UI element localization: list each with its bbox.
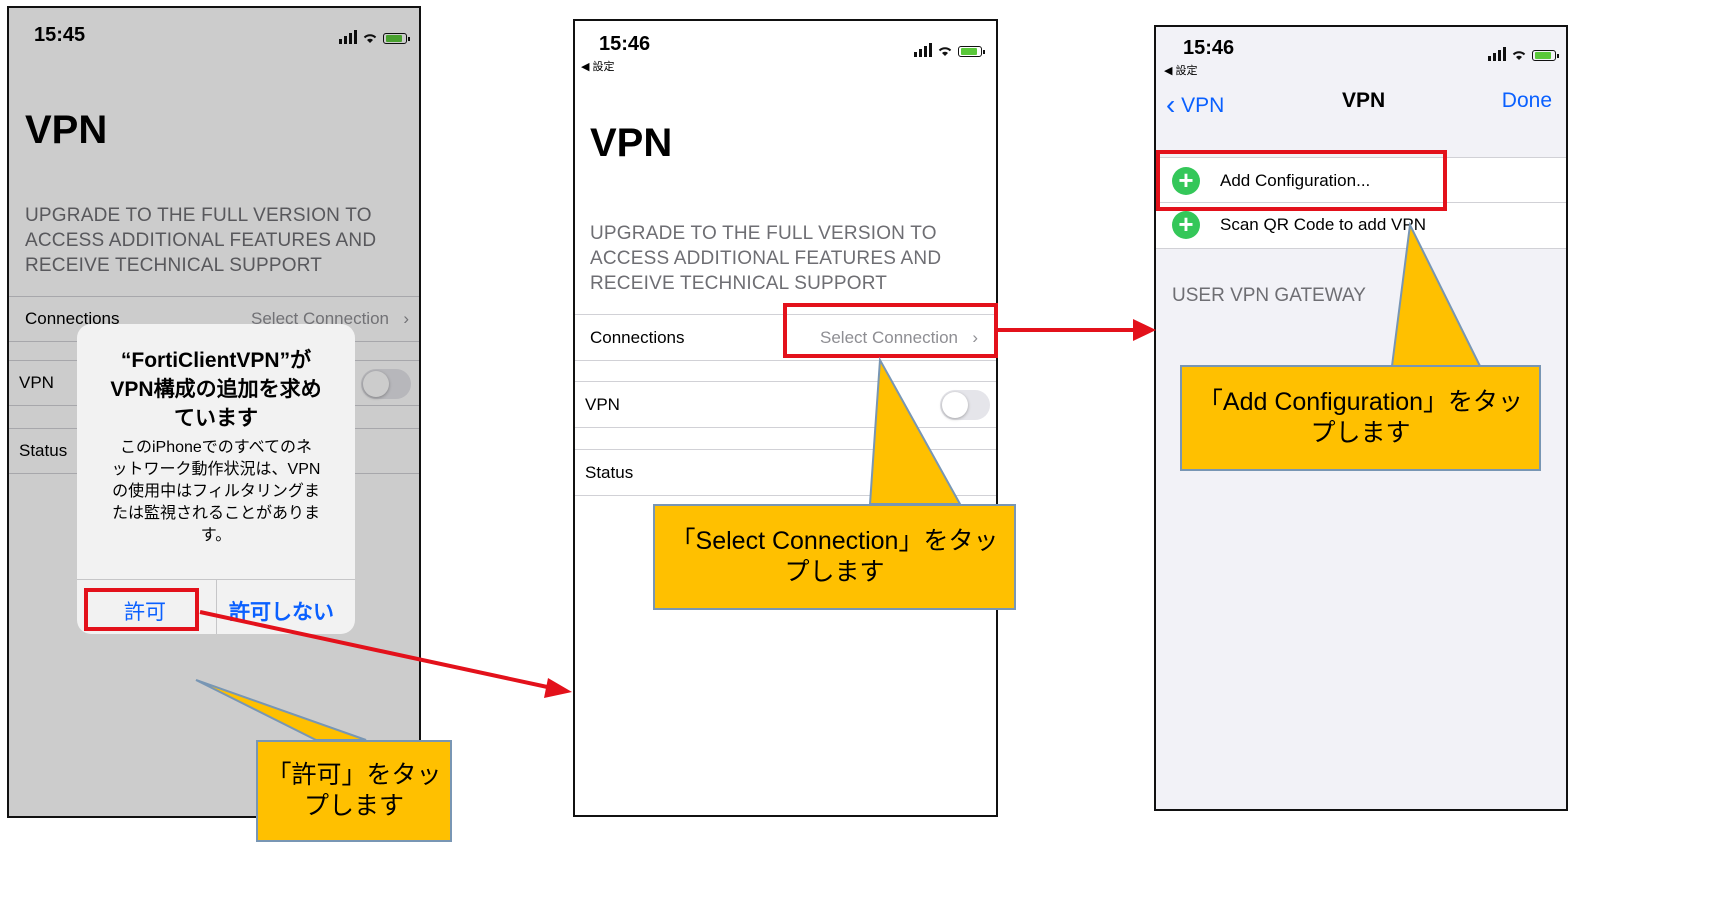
arrow-head bbox=[1133, 319, 1156, 341]
callout-pointer bbox=[195, 679, 367, 741]
arrow-line bbox=[199, 610, 553, 690]
callout-line: プします bbox=[1310, 419, 1411, 447]
callout-pointer bbox=[1390, 221, 1482, 367]
callout-line: 「Add Configuration」をタッ bbox=[1197, 388, 1524, 416]
callout-pointer bbox=[868, 356, 962, 505]
add-configuration-callout: 「Add Configuration」をタッ プします bbox=[1180, 365, 1541, 471]
arrow-head bbox=[544, 678, 572, 698]
